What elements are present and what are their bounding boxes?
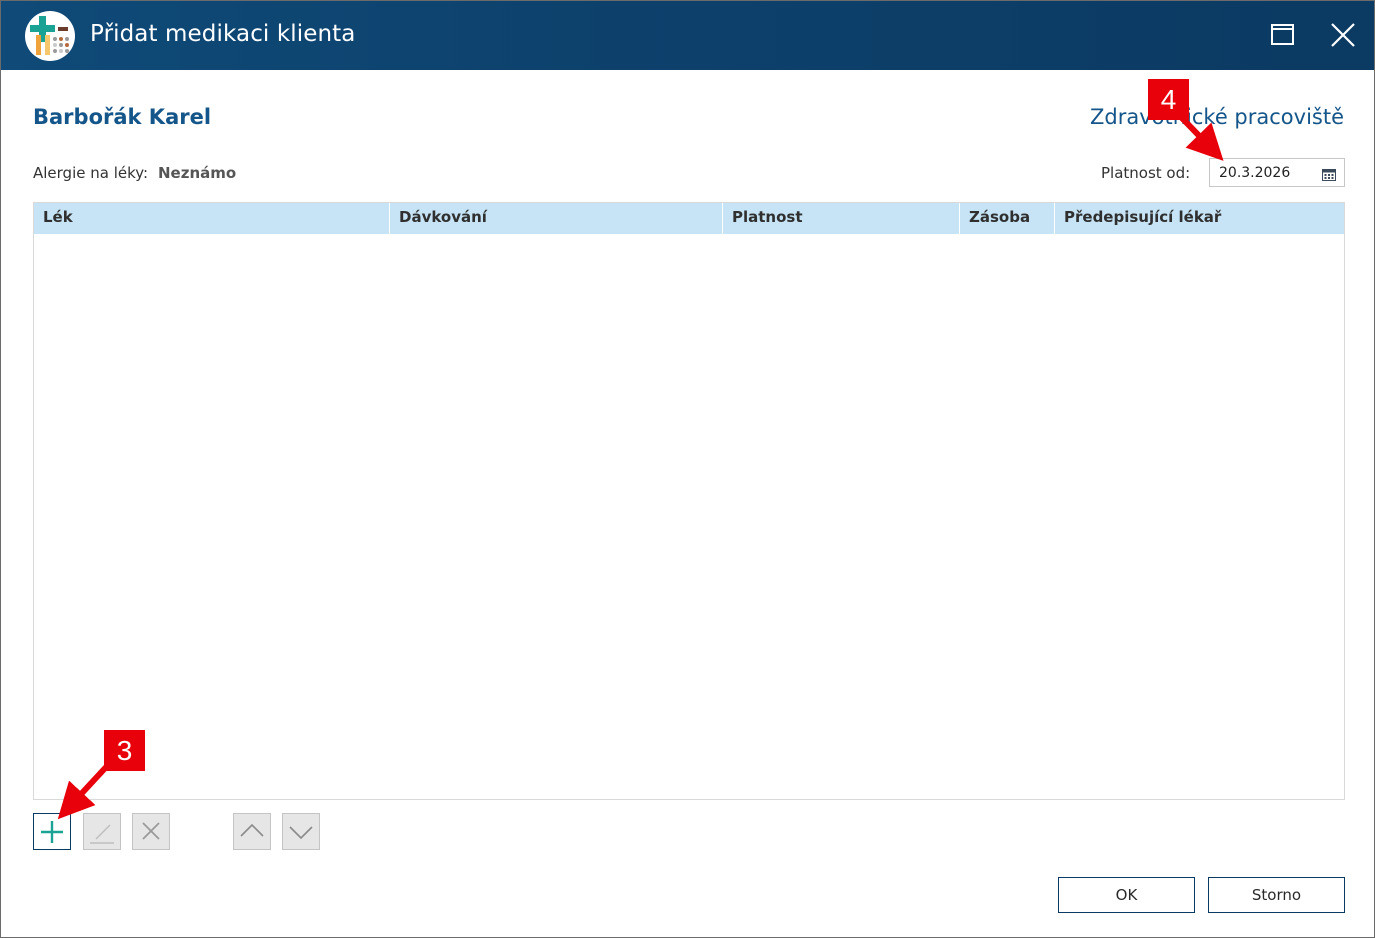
medication-grid[interactable]: Lék Dávkování Platnost Zásoba Předepisuj… bbox=[33, 202, 1345, 800]
column-header-stock[interactable]: Zásoba bbox=[960, 203, 1055, 234]
chevron-up-icon bbox=[240, 823, 264, 837]
close-icon bbox=[1331, 23, 1355, 47]
grid-header: Lék Dávkování Platnost Zásoba Předepisuj… bbox=[34, 203, 1344, 234]
column-header-validity[interactable]: Platnost bbox=[723, 203, 960, 234]
column-header-drug[interactable]: Lék bbox=[34, 203, 390, 234]
workplace-label: Zdravotnické pracoviště bbox=[1089, 105, 1344, 129]
edit-icon bbox=[90, 824, 114, 844]
delete-button[interactable] bbox=[132, 813, 170, 850]
move-up-button[interactable] bbox=[233, 813, 271, 850]
ok-button[interactable]: OK bbox=[1058, 877, 1195, 913]
title-bar: Přidat medikaci klienta bbox=[1, 1, 1374, 70]
valid-from-date-input[interactable] bbox=[1210, 159, 1316, 186]
dialog-window: Přidat medikaci klienta Barbořák Karel Z… bbox=[0, 0, 1375, 938]
column-header-prescribing-doctor[interactable]: Předepisující lékař bbox=[1055, 203, 1344, 234]
callout-badge-4: 4 bbox=[1148, 79, 1189, 120]
client-name: Barbořák Karel bbox=[33, 105, 212, 129]
valid-from-label: Platnost od: bbox=[1101, 164, 1191, 182]
cancel-button[interactable]: Storno bbox=[1208, 877, 1345, 913]
window-title: Přidat medikaci klienta bbox=[90, 21, 356, 47]
callout-badge-3: 3 bbox=[104, 730, 145, 771]
column-header-dosage[interactable]: Dávkování bbox=[390, 203, 723, 234]
allergy-value: Neznámo bbox=[158, 164, 237, 182]
plus-icon bbox=[41, 821, 63, 843]
calendar-icon[interactable] bbox=[1322, 166, 1336, 181]
delete-icon bbox=[142, 822, 160, 840]
allergy-label: Alergie na léky: bbox=[33, 164, 149, 182]
valid-from-date-field[interactable] bbox=[1209, 158, 1345, 187]
chevron-down-icon bbox=[289, 826, 313, 840]
add-button[interactable] bbox=[33, 813, 71, 850]
app-logo-icon bbox=[25, 11, 75, 61]
maximize-icon bbox=[1271, 24, 1294, 45]
edit-button[interactable] bbox=[83, 813, 121, 850]
maximize-button[interactable] bbox=[1263, 15, 1303, 55]
close-button[interactable] bbox=[1323, 15, 1363, 55]
move-down-button[interactable] bbox=[282, 813, 320, 850]
